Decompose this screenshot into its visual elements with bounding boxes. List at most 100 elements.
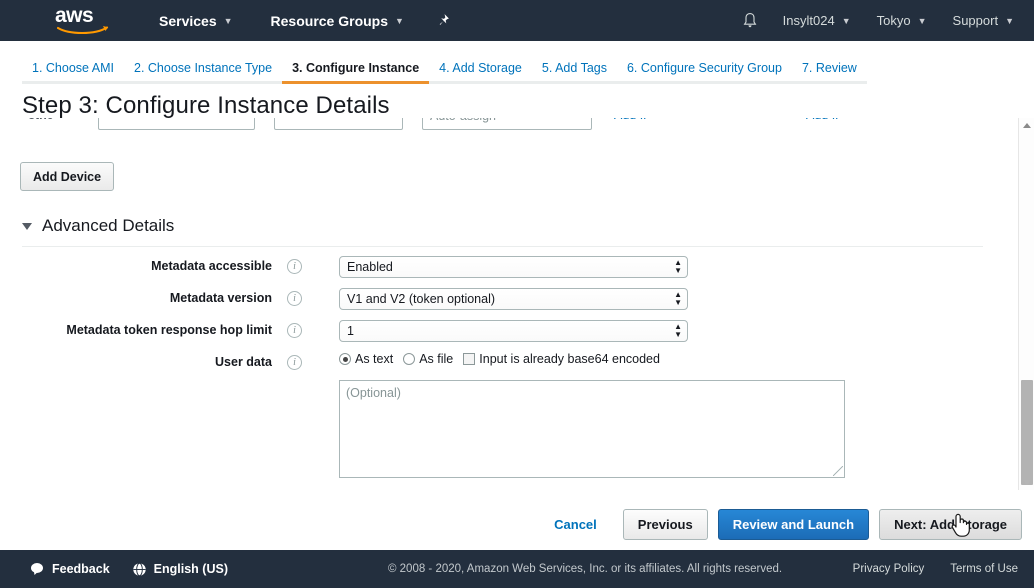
tab-choose-ami[interactable]: 1. Choose AMI — [22, 61, 124, 84]
info-circle-icon[interactable]: i — [287, 323, 302, 338]
nav-services-label: Services — [159, 12, 217, 29]
add-ip-link-1[interactable]: Add IP — [614, 118, 652, 122]
feedback-button[interactable]: Feedback — [30, 562, 110, 576]
tab-configure-security-group[interactable]: 6. Configure Security Group — [616, 61, 792, 84]
info-circle-icon[interactable]: i — [287, 355, 302, 370]
user-data-as-file-label[interactable]: As file — [419, 352, 453, 366]
info-circle-icon[interactable]: i — [287, 259, 302, 274]
tab-label: 4. Add Storage — [439, 61, 522, 75]
copyright-text: © 2008 - 2020, Amazon Web Services, Inc.… — [387, 563, 783, 575]
user-data-textarea[interactable]: (Optional) — [339, 380, 845, 478]
nav-region-label: Tokyo — [876, 13, 911, 28]
metadata-hop-limit-value: 1 — [347, 324, 354, 338]
tab-add-storage[interactable]: 4. Add Storage — [429, 61, 532, 84]
nav-support-menu[interactable]: Support ▼ — [947, 0, 1020, 41]
chevron-down-icon: ▼ — [395, 15, 404, 26]
primary-ip-placeholder: Auto-assign — [430, 118, 496, 123]
tab-underline — [429, 81, 532, 84]
chevron-down-icon: ▼ — [917, 15, 927, 26]
network-interface-device-label: eth0 — [28, 118, 54, 122]
select-arrows-icon: ▲ ▼ — [674, 322, 682, 339]
tab-choose-instance-type[interactable]: 2. Choose Instance Type — [124, 61, 283, 84]
metadata-accessible-value: Enabled — [347, 260, 393, 274]
bottom-bar-right: Privacy Policy Terms of Use — [827, 563, 1018, 575]
nav-services[interactable]: Services ▼ — [153, 0, 239, 41]
scroll-viewport: eth0 Auto-assign Add IP Add IP Add Devic… — [0, 118, 1034, 490]
tab-underline-active — [282, 81, 430, 84]
tab-configure-instance[interactable]: 3. Configure Instance — [282, 61, 430, 84]
tab-label: 2. Choose Instance Type — [134, 61, 273, 75]
tab-label: 7. Review — [801, 61, 857, 75]
add-ip-link-2[interactable]: Add IP — [806, 118, 844, 122]
chevron-down-icon: ▼ — [841, 15, 851, 26]
triangle-down-icon — [22, 222, 32, 230]
cancel-button[interactable]: Cancel — [554, 517, 597, 532]
bottom-bar: Feedback English (US) © 2008 - 2020, Ama… — [0, 550, 1034, 588]
primary-ip-input[interactable]: Auto-assign — [422, 118, 592, 130]
section-divider — [22, 246, 983, 247]
pushpin-icon[interactable] — [432, 0, 454, 41]
tab-underline — [22, 81, 124, 84]
terms-of-use-link[interactable]: Terms of Use — [950, 563, 1018, 575]
user-data-as-text-label[interactable]: As text — [355, 352, 393, 366]
language-button[interactable]: English (US) — [132, 562, 228, 577]
tab-label: 3. Configure Instance — [292, 61, 420, 75]
speech-bubble-icon — [31, 563, 43, 575]
previous-button[interactable]: Previous — [622, 508, 708, 540]
user-data-input-mode-group: As text As file Input is already base64 … — [339, 352, 670, 366]
user-data-base64-label[interactable]: Input is already base64 encoded — [479, 352, 660, 366]
tab-label: 6. Configure Security Group — [626, 61, 782, 75]
advanced-details-toggle[interactable]: Advanced Details — [22, 216, 174, 236]
select-arrows-icon: ▲ ▼ — [674, 258, 682, 275]
nav-account-menu[interactable]: Insylt024 ▼ — [777, 0, 857, 41]
language-label: English (US) — [153, 562, 228, 576]
select-arrows-icon: ▲ ▼ — [674, 290, 682, 307]
advanced-details-title: Advanced Details — [42, 216, 175, 235]
wizard-step-tabs: 1. Choose AMI 2. Choose Instance Type 3.… — [0, 41, 1034, 84]
resize-grip-icon[interactable] — [833, 466, 843, 476]
nav-resource-groups[interactable]: Resource Groups ▼ — [265, 0, 410, 41]
info-circle-icon[interactable]: i — [287, 291, 302, 306]
vertical-scrollbar[interactable] — [1018, 118, 1034, 490]
tab-add-tags[interactable]: 5. Add Tags — [531, 61, 617, 84]
add-device-button[interactable]: Add Device — [20, 162, 115, 191]
next-add-storage-button[interactable]: Next: Add Storage — [879, 508, 1022, 540]
scroll-down-arrow-icon[interactable] — [1019, 475, 1034, 490]
chevron-down-icon: ▼ — [223, 15, 233, 26]
user-data-label: User data — [215, 355, 272, 369]
aws-logo[interactable]: aws — [55, 3, 113, 36]
user-data-as-file-radio[interactable] — [403, 353, 416, 365]
nav-resource-groups-label: Resource Groups — [270, 12, 389, 29]
tab-underline — [616, 81, 792, 84]
tab-review[interactable]: 7. Review — [791, 61, 867, 84]
metadata-version-select[interactable]: V1 and V2 (token optional) ▲ ▼ — [339, 288, 688, 310]
tab-underline — [124, 81, 283, 84]
nav-support-label: Support — [952, 13, 999, 28]
form-content: eth0 Auto-assign Add IP Add IP Add Devic… — [0, 118, 1005, 490]
privacy-policy-link[interactable]: Privacy Policy — [853, 563, 925, 575]
user-data-base64-checkbox[interactable] — [463, 353, 476, 365]
network-interface-select[interactable] — [98, 118, 255, 130]
wizard-action-bar: Cancel Previous Review and Launch Next: … — [0, 498, 1034, 550]
bottom-bar-left: Feedback English (US) — [30, 562, 228, 577]
nav-right-group: Insylt024 ▼ Tokyo ▼ Support ▼ — [737, 0, 1034, 41]
metadata-hop-limit-select[interactable]: 1 ▲ ▼ — [339, 320, 688, 342]
tab-label: 5. Add Tags — [541, 61, 607, 75]
tab-label: 1. Choose AMI — [32, 61, 114, 75]
globe-icon — [132, 562, 146, 576]
chevron-down-icon: ▼ — [1005, 15, 1014, 26]
aws-logo-wordmark: aws — [55, 3, 94, 27]
bell-notification-icon[interactable] — [737, 12, 763, 30]
review-and-launch-button[interactable]: Review and Launch — [717, 508, 870, 540]
scrollbar-thumb[interactable] — [1021, 380, 1033, 485]
subnet-select[interactable] — [274, 118, 403, 130]
user-data-as-text-radio[interactable] — [339, 353, 351, 365]
metadata-accessible-label: Metadata accessible — [151, 259, 272, 273]
scroll-up-arrow-icon[interactable] — [1019, 118, 1034, 133]
nav-region-menu[interactable]: Tokyo ▼ — [871, 0, 933, 41]
tab-underline — [531, 81, 617, 84]
nav-account-label: Insylt024 — [782, 13, 835, 28]
metadata-accessible-select[interactable]: Enabled ▲ ▼ — [339, 256, 688, 278]
top-navigation-bar: aws Services ▼ Resource Groups ▼ Insylt0… — [0, 0, 1034, 41]
aws-smile-logo-icon — [57, 25, 109, 34]
